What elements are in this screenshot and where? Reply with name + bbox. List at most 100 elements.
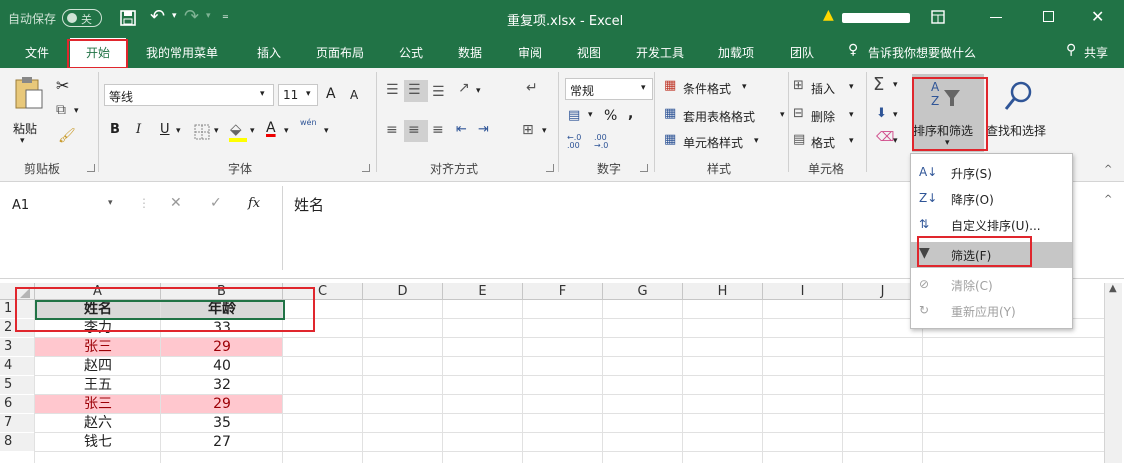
format-as-table-button[interactable]: 套用表格格式 — [683, 108, 755, 125]
row-header[interactable]: 6 — [0, 395, 35, 413]
orientation-icon[interactable]: ↗ — [458, 80, 470, 96]
merge-dropdown-icon[interactable]: ▾ — [542, 126, 547, 136]
row-header[interactable]: 2 — [0, 319, 35, 337]
underline-dropdown-icon[interactable]: ▾ — [176, 126, 181, 136]
decrease-decimal-button[interactable]: .00 →.0 — [594, 134, 614, 150]
menu-item-filter[interactable]: ▼ 筛选(F) — [911, 242, 1072, 268]
copy-icon[interactable]: ⧉ — [56, 102, 66, 118]
clear-dropdown-icon[interactable]: ▾ — [893, 136, 898, 146]
fill-color-dropdown-icon[interactable]: ▾ — [250, 126, 255, 136]
undo-icon[interactable]: ↶ — [150, 6, 165, 27]
row-header[interactable]: 3 — [0, 338, 35, 356]
sort-filter-icon[interactable]: AZ — [930, 78, 964, 108]
tab-review[interactable]: 审阅 — [518, 44, 542, 61]
tab-view[interactable]: 视图 — [577, 44, 601, 61]
ribbon-display-icon[interactable] — [931, 10, 945, 24]
cell-age[interactable]: 40 — [161, 357, 283, 375]
align-top-icon[interactable]: ☰ — [386, 82, 399, 98]
scroll-up-icon[interactable]: ▲ — [1109, 283, 1117, 294]
tab-data[interactable]: 数据 — [458, 44, 482, 61]
row-header[interactable]: 1 — [0, 300, 35, 318]
column-header-g[interactable]: G — [603, 283, 683, 300]
format-painter-icon[interactable]: 🖌 — [58, 128, 76, 144]
tab-developer[interactable]: 开发工具 — [636, 44, 684, 61]
clipboard-launcher-icon[interactable] — [87, 164, 95, 172]
cell-name[interactable]: 王五 — [35, 376, 161, 394]
delete-cells-button[interactable]: 删除 — [811, 108, 835, 125]
collapse-ribbon-icon[interactable]: ^ — [1104, 164, 1112, 175]
row-header[interactable]: 4 — [0, 357, 35, 375]
column-header-f[interactable]: F — [523, 283, 603, 300]
cell-age[interactable]: 27 — [161, 433, 283, 451]
cell-name[interactable]: 赵六 — [35, 414, 161, 432]
tab-home[interactable]: 开始 — [86, 44, 110, 61]
row-header[interactable]: 7 — [0, 414, 35, 432]
cell-name[interactable]: 张三 — [35, 395, 161, 413]
column-header-b[interactable]: B — [161, 283, 283, 300]
menu-item-custom-sort[interactable]: ⇅ 自定义排序(U)... — [911, 212, 1072, 238]
conditional-format-icon[interactable]: ▦ — [664, 78, 676, 93]
undo-dropdown-icon[interactable]: ▾ — [172, 11, 177, 21]
cell-age[interactable]: 33 — [161, 319, 283, 337]
cell-styles-icon[interactable]: ▦ — [664, 132, 676, 147]
autosave-toggle[interactable]: 关 — [62, 9, 102, 27]
paste-label[interactable]: 粘贴 — [13, 120, 37, 137]
alignment-launcher-icon[interactable] — [546, 164, 554, 172]
chevron-down-icon[interactable]: ▾ — [849, 136, 854, 146]
close-icon[interactable]: ✕ — [1091, 7, 1104, 26]
cell-name[interactable]: 钱七 — [35, 433, 161, 451]
insert-function-button[interactable]: fx — [248, 196, 260, 211]
share-button[interactable]: 共享 — [1084, 44, 1108, 61]
border-dropdown-icon[interactable]: ▾ — [214, 126, 219, 136]
align-right-icon[interactable]: ≡ — [432, 122, 444, 138]
minimize-icon[interactable] — [990, 17, 1002, 18]
underline-button[interactable]: U — [160, 122, 170, 137]
column-header-i[interactable]: I — [763, 283, 843, 300]
number-launcher-icon[interactable] — [640, 164, 648, 172]
format-cells-button[interactable]: 格式 — [811, 134, 835, 151]
chevron-down-icon[interactable]: ▾ — [754, 136, 759, 146]
format-cells-icon[interactable]: ▤ — [793, 132, 805, 147]
chevron-down-icon[interactable]: ▾ — [742, 82, 747, 92]
font-name-select[interactable]: 等线 ▾ — [104, 84, 274, 106]
column-header-h[interactable]: H — [683, 283, 763, 300]
find-icon[interactable] — [1003, 80, 1035, 112]
formula-content[interactable]: 姓名 — [294, 194, 324, 215]
name-box-dropdown-icon[interactable]: ▾ — [108, 198, 113, 208]
phonetic-dropdown-icon[interactable]: ▾ — [324, 126, 329, 136]
fill-icon[interactable]: ⬇ — [876, 106, 887, 121]
cell-styles-button[interactable]: 单元格样式 — [683, 134, 743, 151]
save-icon[interactable] — [120, 10, 136, 26]
font-size-select[interactable]: 11 ▾ — [278, 84, 318, 106]
align-middle-icon[interactable]: ☰ — [408, 82, 421, 98]
cancel-formula-icon[interactable]: ✕ — [170, 195, 182, 211]
cell-name[interactable]: 赵四 — [35, 357, 161, 375]
orientation-dropdown-icon[interactable]: ▾ — [476, 86, 481, 96]
column-header-c[interactable]: C — [283, 283, 363, 300]
format-as-table-icon[interactable]: ▦ — [664, 106, 676, 121]
shrink-font-button[interactable]: A — [350, 88, 358, 102]
cell-age[interactable]: 29 — [161, 338, 283, 356]
find-select-button[interactable]: 查找和选择 — [986, 122, 1046, 139]
row-header[interactable]: 8 — [0, 433, 35, 451]
cell-age[interactable]: 32 — [161, 376, 283, 394]
fill-dropdown-icon[interactable]: ▾ — [893, 110, 898, 120]
tab-formulas[interactable]: 公式 — [399, 44, 423, 61]
menu-item-ascending[interactable]: A↓ 升序(S) — [911, 160, 1072, 186]
vertical-scrollbar[interactable]: ▲ — [1104, 283, 1122, 463]
column-header-d[interactable]: D — [363, 283, 443, 300]
conditional-format-button[interactable]: 条件格式 — [683, 80, 731, 97]
redacted-account[interactable] — [842, 13, 910, 23]
paste-dropdown-icon[interactable]: ▾ — [20, 136, 25, 146]
tab-page-layout[interactable]: 页面布局 — [316, 44, 364, 61]
accounting-dropdown-icon[interactable]: ▾ — [588, 110, 593, 120]
menu-item-descending[interactable]: Z↓ 降序(O) — [911, 186, 1072, 212]
font-color-button[interactable]: A — [266, 120, 276, 136]
insert-cells-button[interactable]: 插入 — [811, 80, 835, 97]
cell-age[interactable]: 29 — [161, 395, 283, 413]
column-header-e[interactable]: E — [443, 283, 523, 300]
increase-decimal-button[interactable]: ←.0 .00 — [567, 134, 587, 150]
maximize-icon[interactable] — [1043, 11, 1054, 22]
percent-button[interactable]: % — [604, 108, 617, 124]
clear-icon[interactable]: ⌫ — [876, 130, 894, 145]
